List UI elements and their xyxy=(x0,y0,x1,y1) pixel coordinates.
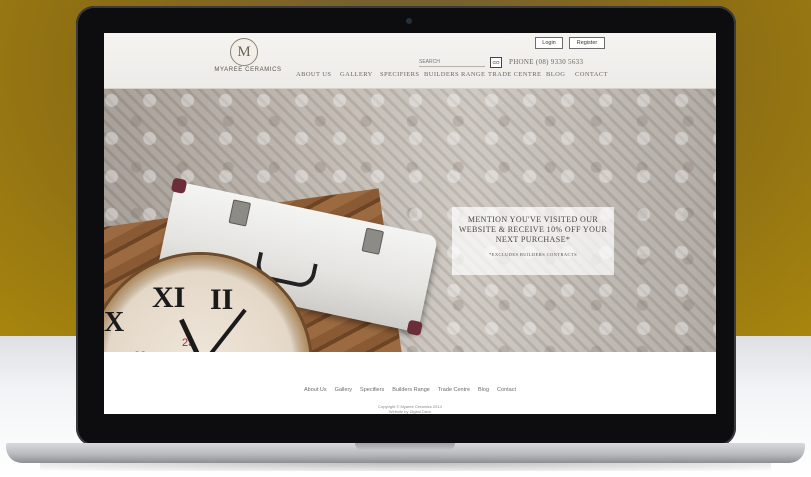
suitcase-corner xyxy=(406,319,423,337)
promo-line-1: MENTION YOU'VE VISITED OUR xyxy=(467,215,599,224)
footer-link-about-us[interactable]: About Us xyxy=(304,387,327,393)
phone-number: PHONE (08) 9330 5633 xyxy=(509,58,584,66)
nav-specifiers[interactable]: SPECIFIERS xyxy=(380,71,419,78)
clock-numeral: II xyxy=(210,283,234,316)
nav-about-us[interactable]: ABOUT US xyxy=(296,71,331,78)
laptop-base-notch xyxy=(355,443,455,451)
suitcase-latch xyxy=(228,199,252,227)
footer-link-blog[interactable]: Blog xyxy=(478,387,489,393)
laptop-shadow xyxy=(40,463,771,471)
search-input[interactable] xyxy=(419,58,485,67)
footer-link-trade-centre[interactable]: Trade Centre xyxy=(438,387,470,393)
footer-link-builders-range[interactable]: Builders Range xyxy=(392,387,430,393)
promo-box: MENTION YOU'VE VISITED OUR WEBSITE & REC… xyxy=(452,207,614,275)
camera-icon xyxy=(406,18,412,24)
suitcase-latch xyxy=(361,227,385,255)
promo-line-2: WEBSITE & RECEIVE 10% OFF YOUR xyxy=(458,225,608,234)
suitcase-corner xyxy=(170,177,188,195)
clock-numeral: XI xyxy=(152,281,186,314)
logo-icon[interactable]: M xyxy=(230,38,258,66)
footer-link-contact[interactable]: Contact xyxy=(497,387,516,393)
laptop-screen: M MYAREE CERAMICS Login Register GO PHON… xyxy=(104,33,716,414)
nav-builders-range[interactable]: BUILDERS RANGE xyxy=(424,71,485,78)
brand-name[interactable]: MYAREE CERAMICS xyxy=(208,67,288,73)
promo-note: *EXCLUDES BUILDERS CONTRACTS xyxy=(489,252,577,257)
footer-links: About Us Gallery Specifiers Builders Ran… xyxy=(104,387,716,393)
search-go-button[interactable]: GO xyxy=(490,57,502,68)
credit-text: Website by Digital Dave xyxy=(388,409,432,414)
register-button[interactable]: Register xyxy=(569,37,605,49)
nav-gallery[interactable]: GALLERY xyxy=(340,71,373,78)
site-footer: About Us Gallery Specifiers Builders Ran… xyxy=(104,352,716,414)
site-header: M MYAREE CERAMICS Login Register GO PHON… xyxy=(104,33,716,89)
clock-numeral: X xyxy=(104,307,125,338)
footer-link-gallery[interactable]: Gallery xyxy=(335,387,352,393)
promo-line-3: NEXT PURCHASE* xyxy=(495,235,571,244)
hero-banner: XI II X 22 23 MENTION YOU'VE VISITED OUR… xyxy=(104,89,716,352)
nav-blog[interactable]: BLOG xyxy=(546,71,565,78)
nav-contact[interactable]: CONTACT xyxy=(575,71,608,78)
footer-link-specifiers[interactable]: Specifiers xyxy=(360,387,384,393)
copyright-block: Copyright © Myaree Ceramics 2014 Website… xyxy=(104,404,716,414)
nav-trade-centre[interactable]: TRADE CENTRE xyxy=(488,71,541,78)
login-button[interactable]: Login xyxy=(535,37,563,49)
